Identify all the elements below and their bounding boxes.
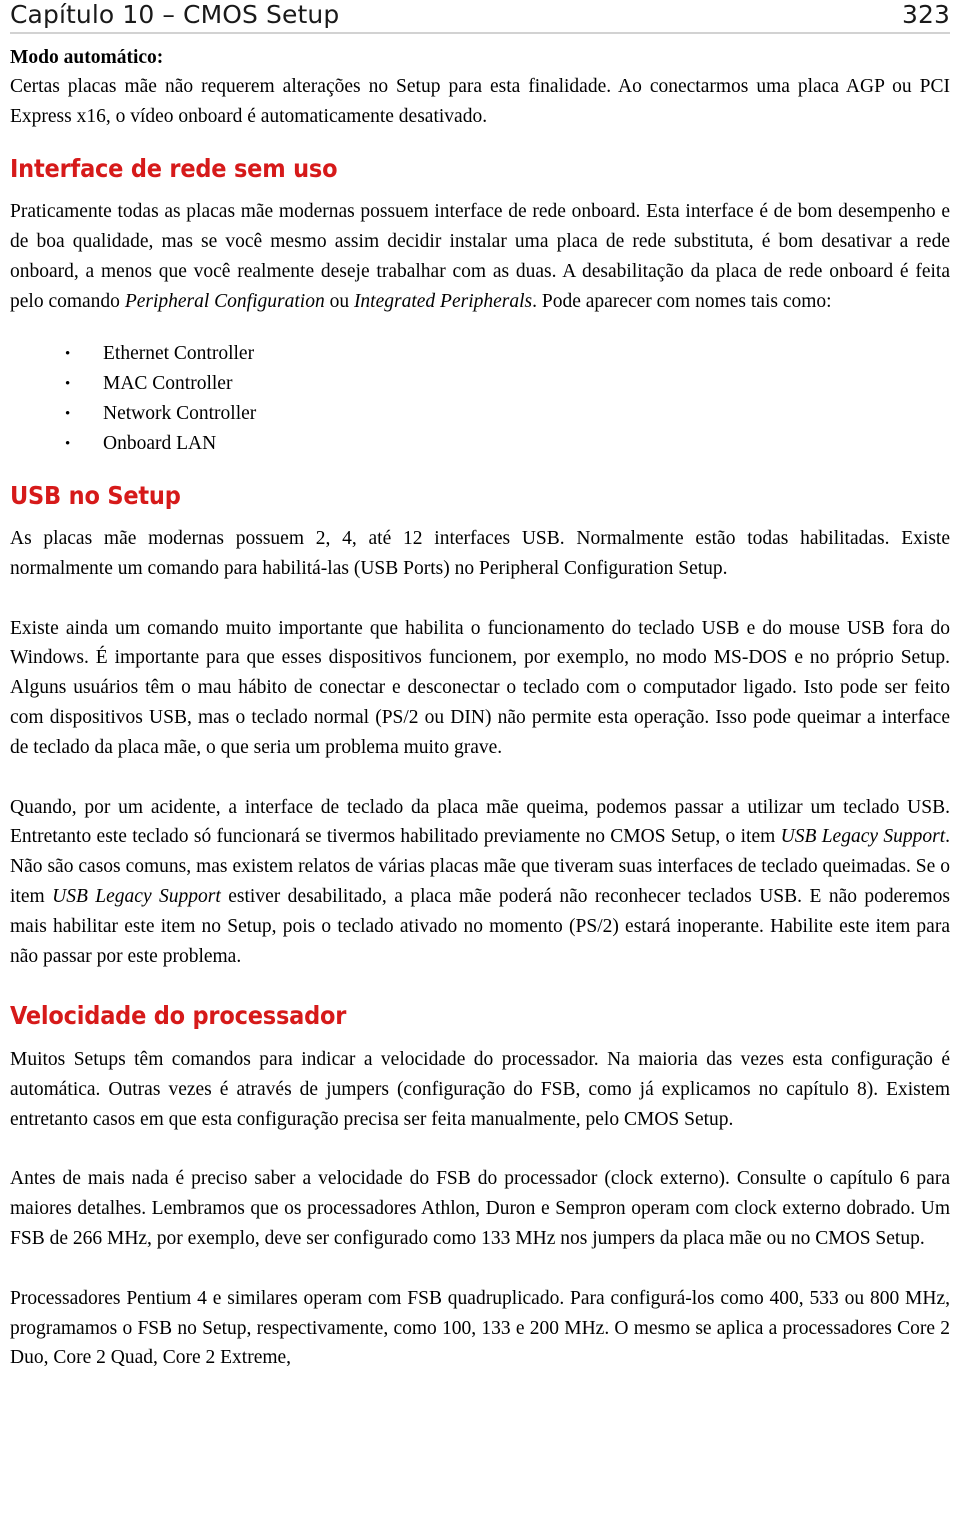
network-controller-name-list: • Ethernet Controller • MAC Controller • Ne… (10, 339, 950, 459)
cpu-speed-paragraph-3: Processadores Pentium 4 e similares oper… (10, 1287, 950, 1369)
list-item: • Network Controller (10, 399, 950, 429)
bullet-icon: • (65, 435, 71, 452)
term-peripheral-configuration: Peripheral Configuration (124, 290, 325, 312)
section-heading-usb: USB no Setup (10, 480, 181, 510)
bullet-icon: • (65, 345, 71, 362)
auto-mode-label: Modo automático: (10, 46, 164, 68)
list-item: • MAC Controller (10, 369, 950, 399)
bullet-icon: • (65, 405, 71, 422)
cpu-speed-paragraph-2: Antes de mais nada é preciso saber a vel… (10, 1168, 950, 1249)
list-item-label: Ethernet Controller (103, 342, 255, 364)
usb-paragraph-2: Existe ainda um comando muito importante… (10, 617, 950, 758)
cpu-speed-paragraph-1: Muitos Setups têm comandos para indicar … (10, 1048, 950, 1130)
page-header: Capítulo 10 – CMOS Setup 323 (10, 0, 950, 29)
term-integrated-peripherals: Integrated Peripherals (353, 290, 533, 312)
auto-mode-paragraph: Certas placas mãe não requerem alteraçõe… (10, 76, 950, 128)
term-usb-legacy-support-1: USB Legacy Support (780, 826, 946, 848)
page-number: 323 (901, 0, 950, 29)
network-paragraph-mid: ou (324, 290, 354, 312)
list-item-label: MAC Controller (103, 372, 233, 394)
list-item: • Onboard LAN (10, 429, 950, 459)
header-divider-rule (10, 31, 950, 34)
bullet-icon: • (65, 375, 71, 392)
usb-paragraph-1: As placas mãe modernas possuem 2, 4, até… (10, 528, 950, 579)
document-page: Capítulo 10 – CMOS Setup 323 Modo automá… (0, 0, 960, 1532)
section-heading-cpu-speed: Velocidade do processador (10, 1001, 347, 1031)
list-item: • Ethernet Controller (10, 339, 950, 369)
list-item-label: Network Controller (103, 402, 257, 424)
usb-paragraph-3: Quando, por um acidente, a interface de … (10, 793, 950, 972)
term-usb-legacy-support-2: USB Legacy Support (52, 886, 221, 908)
network-paragraph: Praticamente todas as placas mãe moderna… (10, 197, 950, 316)
chapter-title: Capítulo 10 – CMOS Setup (10, 0, 340, 29)
network-paragraph-part2: . Pode aparecer com nomes tais como: (532, 290, 832, 312)
section-heading-network: Interface de rede sem uso (10, 153, 338, 183)
list-item-label: Onboard LAN (103, 432, 217, 454)
